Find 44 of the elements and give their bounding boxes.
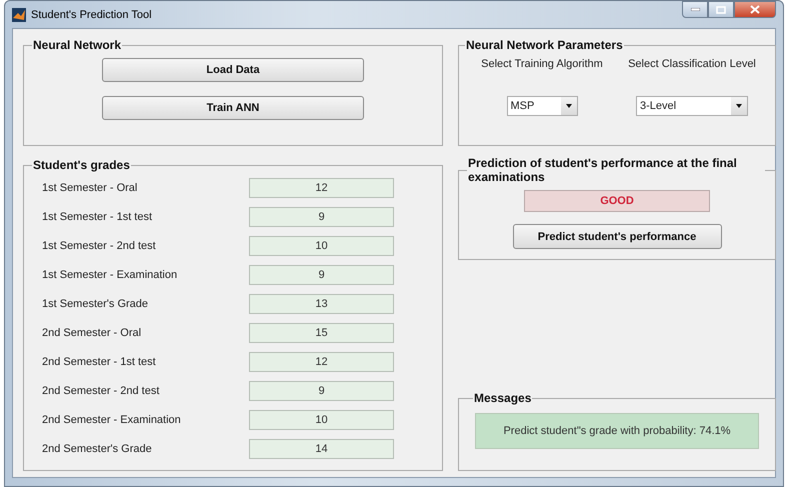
grade-field[interactable]: 15 (249, 323, 394, 343)
grade-field[interactable]: 10 (249, 236, 394, 256)
panel-title: Neural Network (32, 38, 122, 52)
prediction-result: GOOD (524, 190, 710, 212)
close-icon (750, 5, 760, 14)
minimize-button[interactable] (682, 1, 708, 18)
app-icon (12, 8, 26, 22)
panel-title: Messages (473, 391, 532, 405)
select-label: Select Training Algorithm (481, 58, 603, 70)
grade-field[interactable]: 12 (249, 178, 394, 198)
maximize-icon (716, 6, 726, 14)
push-button[interactable]: Load Data (102, 58, 364, 82)
push-button[interactable]: Train ANN (102, 96, 364, 120)
grade-field[interactable]: 14 (249, 439, 394, 459)
minimize-icon (690, 8, 700, 11)
grade-field[interactable]: 9 (249, 381, 394, 401)
grade-label: 2nd Semester - 2nd test (41, 385, 160, 397)
grade-field[interactable]: 12 (249, 352, 394, 372)
grade-label: 2nd Semester - Oral (41, 327, 142, 339)
grade-label: 2nd Semester - Examination (41, 414, 182, 426)
dropdown-arrow-icon (566, 104, 572, 108)
grade-label: 1st Semester - 2nd test (41, 240, 157, 252)
grade-label: 1st Semester - Oral (41, 182, 138, 194)
grade-field[interactable]: 9 (249, 207, 394, 227)
grade-label: 2nd Semester's Grade (41, 443, 153, 455)
grade-field[interactable]: 10 (249, 410, 394, 430)
grade-label: 1st Semester's Grade (41, 298, 150, 310)
predict-button[interactable]: Predict student's performance (512, 224, 722, 249)
grade-label: 2nd Semester - 1st test (41, 356, 157, 368)
message-box: Predict student"s grade with probability: 74.1% (475, 413, 759, 449)
panel-title: Neural Network Parameters (465, 38, 624, 52)
dropdown-arrow-icon (736, 104, 742, 108)
grade-field[interactable]: 13 (249, 294, 394, 314)
dropdown[interactable]: MSP (506, 96, 578, 116)
window-title: Student's Prediction Tool (31, 8, 152, 20)
dropdown[interactable]: 3-Level (636, 96, 748, 116)
grade-field[interactable]: 9 (249, 265, 394, 285)
close-button[interactable] (734, 1, 776, 18)
grade-label: 1st Semester - Examination (41, 269, 178, 281)
grade-label: 1st Semester - 1st test (41, 211, 154, 223)
panel-title: Student's grades (32, 158, 131, 172)
panel-title: Prediction of student's performance at the final examinations (467, 156, 738, 184)
maximize-button[interactable] (708, 1, 734, 18)
select-label: Select Classification Level (628, 58, 756, 70)
